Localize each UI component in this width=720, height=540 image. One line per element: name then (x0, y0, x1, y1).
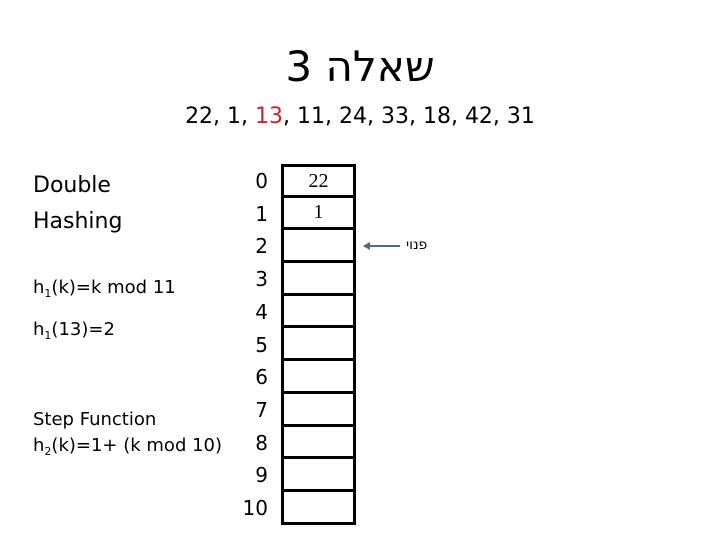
table-index: 2 (255, 234, 268, 259)
table-cell (281, 328, 356, 362)
h1-val-prefix: h (33, 319, 45, 340)
step-function-label: Step Function (33, 409, 157, 430)
h1-definition: h1(k)=k mod 11 (33, 276, 176, 306)
method-heading-line2: Hashing (33, 209, 123, 234)
table-index: 7 (255, 397, 268, 422)
h2-definition: h2(k)=1+ (k mod 10) (33, 434, 222, 464)
table-cell: 22 (281, 164, 356, 198)
slide-title: שאלה 3 (285, 42, 435, 91)
table-cell (281, 393, 356, 427)
method-heading-line1: Double (33, 173, 111, 198)
table-index: 3 (255, 267, 268, 292)
table-cell (281, 491, 356, 525)
table-cell (281, 426, 356, 460)
table-index: 0 (255, 169, 268, 193)
hash-table: 22 1 (281, 164, 356, 525)
sequence-after: , 11, 24, 33, 18, 42, 31 (283, 104, 535, 129)
h1-def-prefix: h (33, 277, 45, 298)
table-index: 10 (242, 496, 268, 520)
table-index: 6 (255, 365, 268, 390)
h2-def-rest: (k)=1+ (k mod 10) (51, 435, 223, 456)
table-cell (281, 230, 356, 264)
h1-value: h1(13)=2 (33, 318, 115, 348)
sequence-before: 22, 1, (185, 104, 256, 129)
table-cell: 1 (281, 197, 356, 231)
table-index: 9 (255, 463, 268, 488)
free-slot-label: פנוי (406, 237, 428, 253)
table-index: 8 (255, 430, 268, 455)
table-index: 1 (255, 201, 268, 226)
table-index: 5 (255, 332, 268, 357)
h1-def-rest: (k)=k mod 11 (51, 277, 176, 298)
table-cell (281, 361, 356, 394)
h2-def-prefix: h (33, 435, 45, 456)
key-sequence: 22, 1, 13, 11, 24, 33, 18, 42, 31 (0, 102, 720, 132)
table-index: 4 (255, 299, 268, 324)
table-cell (281, 459, 356, 492)
method-heading: Double Hashing (33, 168, 122, 240)
h1-val-rest: (13)=2 (51, 319, 115, 340)
table-cell (281, 263, 356, 296)
table-cell (281, 295, 356, 329)
sequence-highlight: 13 (255, 104, 284, 129)
arrow-left-icon (363, 242, 370, 250)
